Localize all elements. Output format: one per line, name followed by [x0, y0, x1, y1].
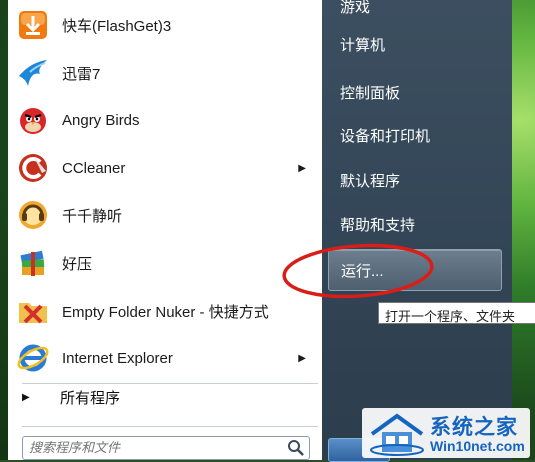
right-item-computer[interactable]: 计算机: [328, 24, 500, 64]
search-input[interactable]: [23, 437, 285, 457]
program-item-ttplayer[interactable]: 千千静听: [10, 192, 318, 238]
program-item-thunder[interactable]: 迅雷7: [10, 50, 318, 96]
program-label: CCleaner: [62, 159, 126, 177]
watermark: 系统之家 Win10net.com: [362, 408, 530, 458]
right-item-devices-printers[interactable]: 设备和打印机: [328, 115, 500, 155]
submenu-arrow-icon: ▶: [298, 162, 306, 174]
program-list-pane: 快车(FlashGet)3 迅雷7 Angry Birds CCleaner ▶: [8, 0, 323, 460]
angry-birds-icon: [20, 108, 46, 134]
program-item-flashget[interactable]: 快车(FlashGet)3: [10, 2, 318, 48]
program-label: Angry Birds: [62, 111, 140, 129]
ccleaner-icon: [19, 154, 47, 182]
expand-arrow-icon: ▶: [22, 391, 30, 403]
program-label: Empty Folder Nuker - 快捷方式: [62, 303, 269, 321]
right-item-label: 帮助和支持: [340, 216, 416, 234]
annotation-circle: [282, 243, 434, 299]
right-item-label: 游戏: [340, 0, 371, 16]
all-programs-label: 所有程序: [60, 389, 121, 407]
haozip-icon: [20, 250, 45, 276]
right-item-default-programs[interactable]: 默认程序: [328, 160, 500, 200]
right-item-label: 控制面板: [340, 84, 401, 102]
ttplayer-icon: [19, 201, 47, 229]
program-label: 好压: [62, 255, 93, 273]
system-links-pane: 游戏 计算机 控制面板 设备和打印机 默认程序 帮助和支持 运行...: [322, 0, 512, 462]
search-box: [22, 436, 310, 460]
program-item-angry-birds[interactable]: Angry Birds: [10, 97, 318, 143]
program-label: 迅雷7: [62, 65, 101, 83]
divider: [22, 426, 318, 427]
program-item-empty-folder-nuker[interactable]: Empty Folder Nuker - 快捷方式: [10, 288, 318, 334]
program-label: 千千静听: [62, 207, 123, 225]
all-programs-button[interactable]: ▶ 所有程序: [10, 380, 318, 414]
program-item-ccleaner[interactable]: CCleaner ▶: [10, 145, 318, 191]
right-item-label: 设备和打印机: [340, 127, 431, 145]
watermark-title: 系统之家: [430, 416, 518, 439]
right-item-control-panel[interactable]: 控制面板: [328, 72, 500, 112]
search-icon[interactable]: [287, 439, 305, 457]
empty-folder-nuker-icon: [19, 303, 47, 324]
right-item-label: 默认程序: [340, 172, 401, 190]
thunder-icon: [19, 60, 47, 86]
right-item-help-support[interactable]: 帮助和支持: [328, 204, 500, 244]
program-label: 快车(FlashGet)3: [62, 17, 172, 35]
submenu-arrow-icon: ▶: [298, 352, 306, 364]
run-tooltip: 打开一个程序、文件夹: [378, 302, 535, 324]
internet-explorer-icon: [17, 344, 49, 372]
house-logo-icon: [370, 413, 424, 456]
right-item-games[interactable]: 游戏: [328, 0, 500, 26]
program-label: Internet Explorer: [62, 349, 173, 367]
right-item-label: 计算机: [340, 36, 386, 54]
flashget-icon: [19, 11, 47, 39]
program-item-haozip[interactable]: 好压: [10, 240, 318, 286]
program-item-internet-explorer[interactable]: Internet Explorer ▶: [10, 335, 318, 381]
watermark-url: Win10net.com: [430, 438, 525, 454]
